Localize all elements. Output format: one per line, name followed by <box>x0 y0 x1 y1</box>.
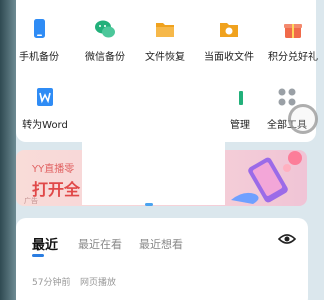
wechat-backup-icon <box>95 20 115 38</box>
tool-phone-backup[interactable]: 手机备份 <box>8 18 70 63</box>
carousel-indicator <box>145 203 153 206</box>
white-overlay-block <box>82 90 225 205</box>
word-convert-icon <box>37 88 53 106</box>
tab-recent[interactable]: 最近 <box>32 234 58 253</box>
recent-panel: 最近 最近在看 最近想看 57分钟前 网页播放 <box>16 218 308 300</box>
phone-illustration-icon <box>231 151 302 204</box>
all-tools-icon <box>278 88 296 106</box>
tool-label: 当面收文件 <box>204 52 254 63</box>
tab-recent-want[interactable]: 最近想看 <box>139 236 183 252</box>
tool-label: 转为Word <box>22 120 68 131</box>
tool-face-to-face[interactable]: 当面收文件 <box>198 18 260 63</box>
tool-points-gift[interactable]: 积分兑好礼 <box>262 18 324 63</box>
tool-label: 微信备份 <box>85 52 125 63</box>
face-to-face-icon <box>220 23 238 37</box>
manage-icon <box>239 91 243 105</box>
tool-wechat-backup[interactable]: 微信备份 <box>74 18 136 63</box>
tab-recent-watching[interactable]: 最近在看 <box>78 236 122 252</box>
tool-file-restore[interactable]: 文件恢复 <box>134 18 196 63</box>
floating-assist-button[interactable] <box>288 104 318 134</box>
ad-tag: 广告 <box>24 197 38 205</box>
eye-icon[interactable] <box>278 232 296 246</box>
tool-label: 手机备份 <box>19 52 59 63</box>
recent-source: 网页播放 <box>80 278 117 288</box>
active-tab-underline <box>32 254 44 257</box>
file-restore-icon <box>156 23 174 37</box>
tool-word-convert[interactable]: 转为Word <box>14 86 76 131</box>
tool-label: 文件恢复 <box>145 52 185 63</box>
points-gift-icon <box>284 24 302 38</box>
banner-line2: 打开全 <box>32 180 81 199</box>
tool-label: 积分兑好礼 <box>268 52 318 63</box>
recent-time: 57分钟前 <box>32 278 71 288</box>
phone-backup-icon <box>34 19 45 38</box>
banner-line1: YY直播零 <box>32 164 75 175</box>
